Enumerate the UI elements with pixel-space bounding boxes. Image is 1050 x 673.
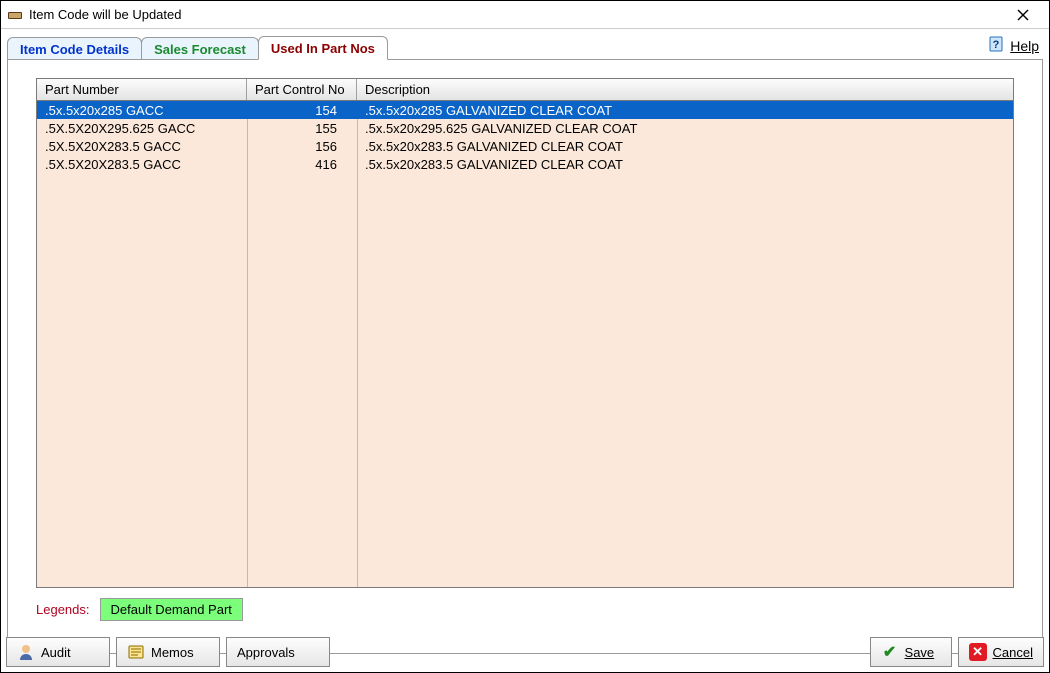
col-description[interactable]: Description: [357, 79, 1013, 100]
cell-part-control-no: 154: [247, 103, 357, 118]
close-icon: ✕: [969, 643, 987, 661]
cell-part-control-no: 155: [247, 121, 357, 136]
table-row[interactable]: .5X.5X20X295.625 GACC 155 .5x.5x20x295.6…: [37, 119, 1013, 137]
cell-part-number: .5X.5X20X295.625 GACC: [37, 121, 247, 136]
cell-part-control-no: 156: [247, 139, 357, 154]
check-icon: ✔: [881, 643, 899, 661]
app-icon: [7, 7, 23, 23]
memos-icon: [127, 643, 145, 661]
cancel-button[interactable]: ✕ Cancel: [958, 637, 1044, 667]
grid-divider: [357, 101, 358, 587]
tab-sales-forecast[interactable]: Sales Forecast: [141, 37, 259, 60]
legend-default-demand-part: Default Demand Part: [100, 598, 243, 621]
table-row[interactable]: .5X.5X20X283.5 GACC 416 .5x.5x20x283.5 G…: [37, 155, 1013, 173]
memos-button[interactable]: Memos: [116, 637, 220, 667]
cell-description: .5x.5x20x283.5 GALVANIZED CLEAR COAT: [357, 139, 1013, 154]
table-row[interactable]: .5x.5x20x285 GACC 154 .5x.5x20x285 GALVA…: [37, 101, 1013, 119]
tab-panel: Part Number Part Control No Description …: [7, 59, 1043, 654]
grid-divider: [247, 101, 248, 587]
parts-grid: Part Number Part Control No Description …: [36, 78, 1014, 588]
titlebar: Item Code will be Updated: [1, 1, 1049, 29]
save-label: Save: [905, 645, 935, 660]
close-window-button[interactable]: [1003, 2, 1043, 28]
tabs: Item Code Details Sales Forecast Used In…: [7, 34, 1043, 60]
grid-body[interactable]: .5x.5x20x285 GACC 154 .5x.5x20x285 GALVA…: [37, 101, 1013, 587]
grid-header: Part Number Part Control No Description: [37, 79, 1013, 101]
legends-label: Legends:: [36, 602, 90, 617]
footer-toolbar: Audit Memos Approvals ✔ Save ✕ Cancel: [6, 637, 1044, 667]
col-part-control-no[interactable]: Part Control No: [247, 79, 357, 100]
approvals-label: Approvals: [237, 645, 295, 660]
audit-button[interactable]: Audit: [6, 637, 110, 667]
audit-icon: [17, 643, 35, 661]
cell-description: .5x.5x20x285 GALVANIZED CLEAR COAT: [357, 103, 1013, 118]
save-button[interactable]: ✔ Save: [870, 637, 952, 667]
memos-label: Memos: [151, 645, 194, 660]
tab-used-in-part-nos[interactable]: Used In Part Nos: [258, 36, 388, 60]
cell-description: .5x.5x20x283.5 GALVANIZED CLEAR COAT: [357, 157, 1013, 172]
table-row[interactable]: .5X.5X20X283.5 GACC 156 .5x.5x20x283.5 G…: [37, 137, 1013, 155]
cell-part-number: .5x.5x20x285 GACC: [37, 103, 247, 118]
audit-label: Audit: [41, 645, 71, 660]
cell-description: .5x.5x20x295.625 GALVANIZED CLEAR COAT: [357, 121, 1013, 136]
cell-part-number: .5X.5X20X283.5 GACC: [37, 157, 247, 172]
cell-part-number: .5X.5X20X283.5 GACC: [37, 139, 247, 154]
tab-item-code-details[interactable]: Item Code Details: [7, 37, 142, 60]
cell-part-control-no: 416: [247, 157, 357, 172]
window-title: Item Code will be Updated: [29, 7, 1003, 22]
col-part-number[interactable]: Part Number: [37, 79, 247, 100]
legends: Legends: Default Demand Part: [36, 598, 1014, 621]
cancel-label: Cancel: [993, 645, 1033, 660]
approvals-button[interactable]: Approvals: [226, 637, 330, 667]
